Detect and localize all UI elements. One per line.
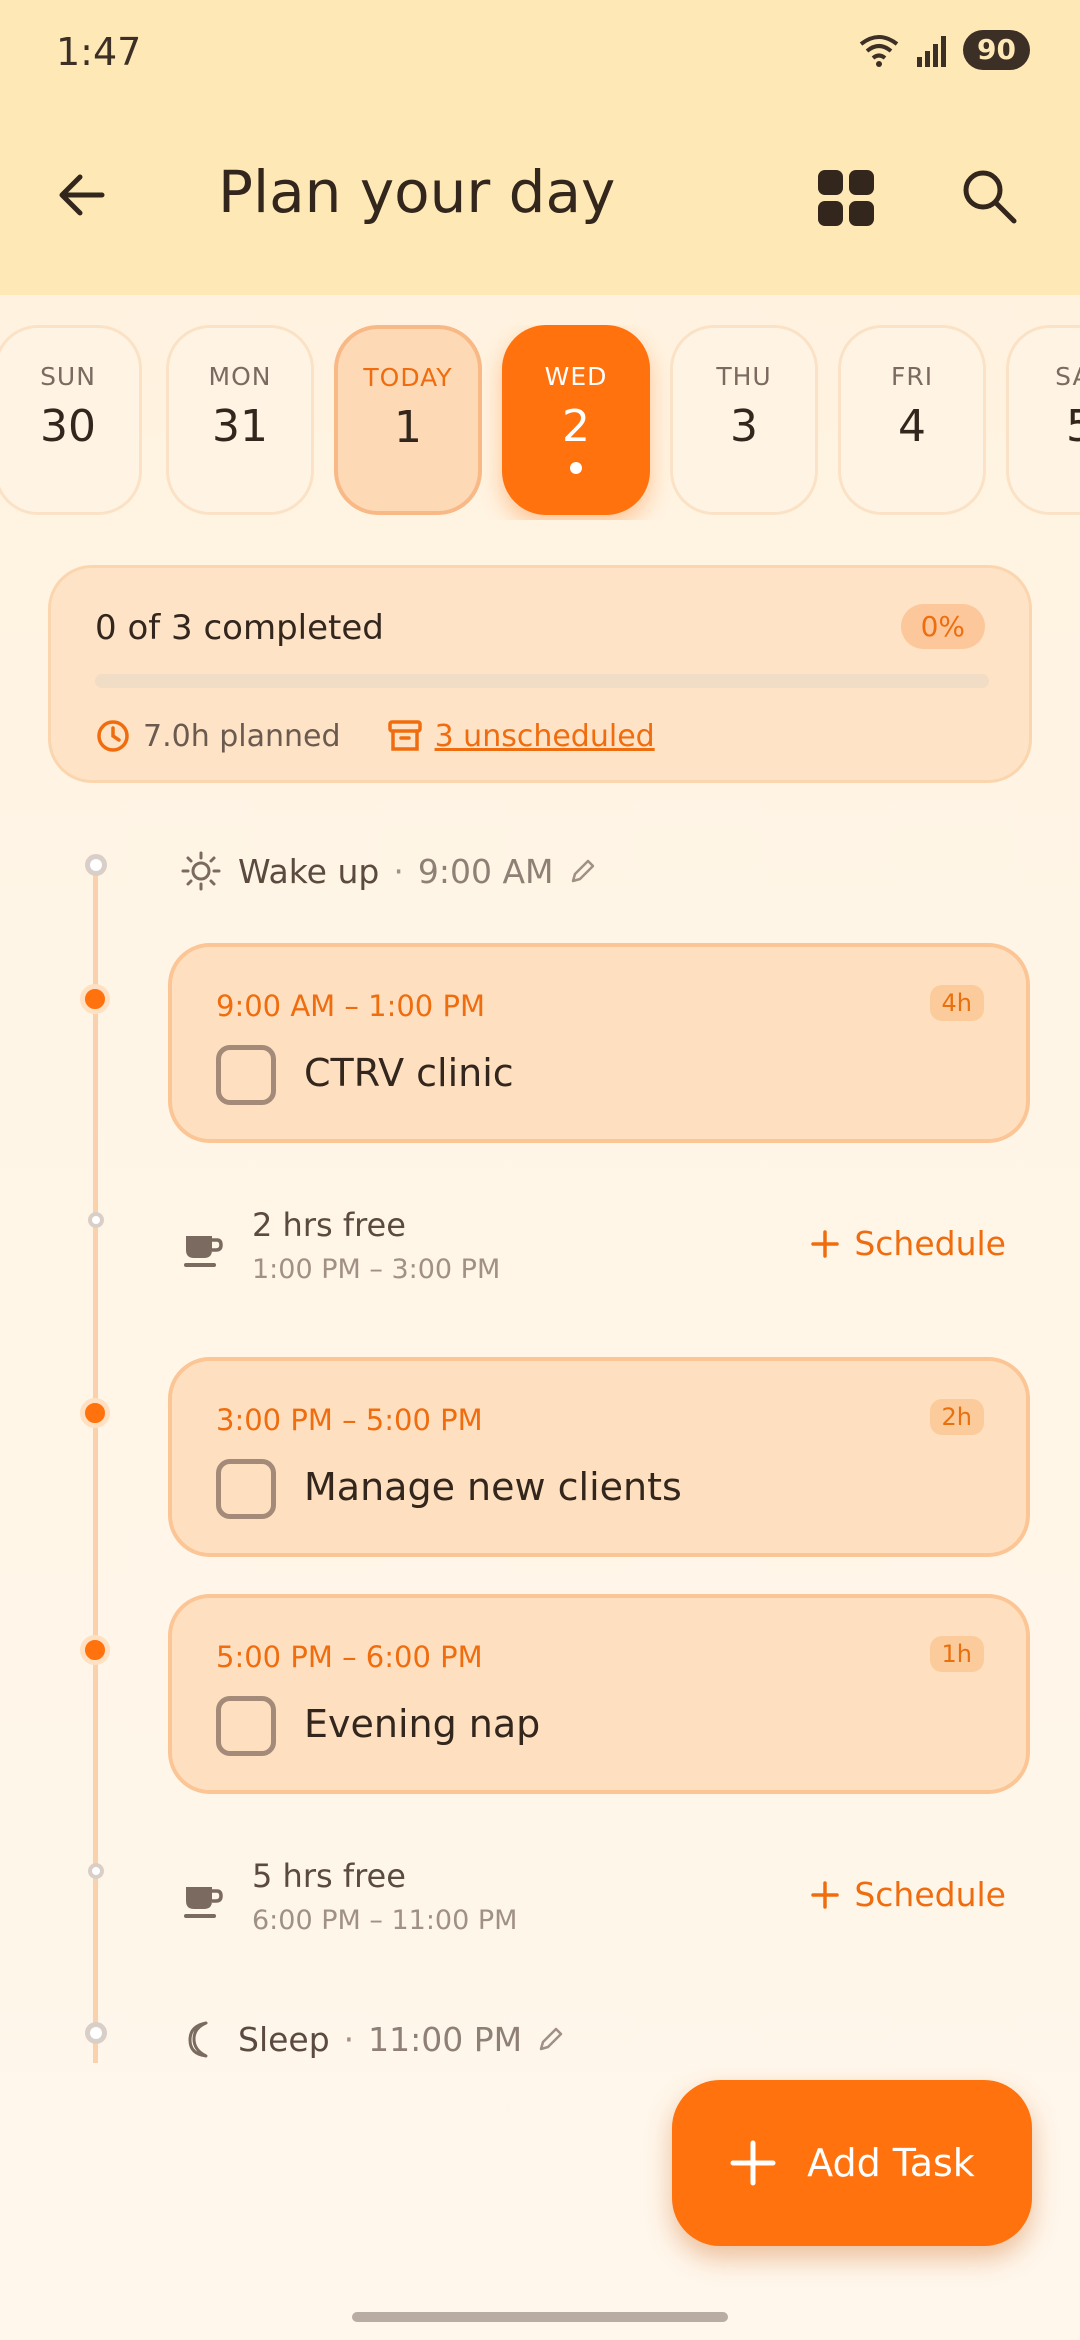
day-name: MON — [208, 362, 272, 391]
home-indicator[interactable] — [352, 2312, 728, 2322]
task-duration-badge: 4h — [929, 985, 984, 1021]
day-name: SAT — [1055, 362, 1080, 391]
battery-indicator: 90 — [963, 30, 1030, 70]
wifi-icon — [859, 35, 899, 67]
task-time-range: 5:00 PM – 6:00 PM — [216, 1640, 483, 1674]
coffee-cup-icon — [184, 1236, 223, 1267]
timeline-dot-active — [80, 1635, 110, 1665]
plus-icon — [811, 1229, 840, 1258]
moon-icon — [188, 2021, 208, 2058]
day-number: 31 — [212, 401, 268, 452]
schedule-button[interactable]: Schedule — [810, 1224, 1006, 1263]
day-sun[interactable]: SUN 30 — [0, 325, 142, 515]
timeline-dot — [88, 1212, 104, 1228]
clock-icon — [97, 720, 129, 752]
task-checkbox[interactable] — [216, 1045, 276, 1105]
day-number: 2 — [562, 401, 590, 452]
status-icons: 90 — [857, 30, 1030, 70]
sleep-marker: Sleep · 11:00 PM — [180, 2018, 582, 2060]
day-name: TODAY — [363, 363, 453, 392]
timeline-dot — [88, 1863, 104, 1879]
separator-dot: · — [393, 851, 404, 891]
timeline-dot — [85, 854, 107, 876]
add-task-label: Add Task — [807, 2141, 975, 2185]
sleep-time[interactable]: 11:00 PM — [368, 2020, 522, 2059]
page-title: Plan your day — [218, 158, 616, 226]
free-slot: 2 hrs free 1:00 PM – 3:00 PM Schedule — [180, 1206, 1030, 1296]
free-title: 5 hrs free — [252, 1857, 406, 1895]
day-name: THU — [716, 362, 772, 391]
day-number: 5 — [1066, 401, 1080, 452]
wake-up-label: Wake up — [238, 851, 380, 891]
app-header: 1:47 90 Plan your day — [0, 0, 1080, 295]
task-card[interactable]: 3:00 PM – 5:00 PM 2h Manage new clients — [168, 1357, 1030, 1557]
schedule-label: Schedule — [854, 1875, 1006, 1914]
separator-dot: · — [343, 2019, 355, 2059]
task-duration-badge: 2h — [929, 1399, 984, 1435]
sleep-label: Sleep — [238, 2019, 330, 2059]
status-time: 1:47 — [56, 30, 142, 74]
day-number: 4 — [898, 401, 926, 452]
task-card[interactable]: 9:00 AM – 1:00 PM 4h CTRV clinic — [168, 943, 1030, 1143]
progress-summary-card: 0 of 3 completed 0% 7.0h planned 3 unsch… — [48, 565, 1032, 783]
task-time-range: 3:00 PM – 5:00 PM — [216, 1403, 483, 1437]
day-today[interactable]: TODAY 1 — [334, 325, 482, 515]
task-time-range: 9:00 AM – 1:00 PM — [216, 989, 485, 1023]
task-duration-badge: 1h — [929, 1636, 984, 1672]
schedule-button[interactable]: Schedule — [810, 1875, 1006, 1914]
selected-dot — [570, 462, 582, 474]
cellular-signal-icon — [917, 36, 947, 67]
free-time-range: 1:00 PM – 3:00 PM — [252, 1254, 501, 1285]
day-number: 1 — [394, 402, 422, 453]
summary-meta: 7.0h planned 3 unscheduled — [95, 718, 655, 754]
free-title: 2 hrs free — [252, 1206, 406, 1244]
task-name: CTRV clinic — [304, 1051, 514, 1095]
completed-count: 0 of 3 completed — [95, 608, 384, 648]
day-wed-selected[interactable]: WED 2 — [502, 325, 650, 515]
plus-icon — [811, 1880, 840, 1909]
task-card[interactable]: 5:00 PM – 6:00 PM 1h Evening nap — [168, 1594, 1030, 1794]
timeline-dot — [85, 2022, 107, 2044]
planned-hours: 7.0h planned — [143, 718, 341, 754]
task-checkbox[interactable] — [216, 1459, 276, 1519]
grid-view-icon[interactable] — [816, 168, 876, 228]
task-checkbox[interactable] — [216, 1696, 276, 1756]
timeline-dot-active — [80, 984, 110, 1014]
day-fri[interactable]: FRI 4 — [838, 325, 986, 515]
day-name: FRI — [890, 362, 934, 391]
archive-box-icon — [387, 720, 422, 751]
task-name: Evening nap — [304, 1702, 541, 1746]
date-strip: SUN 30 MON 31 TODAY 1 WED 2 THU 3 FRI 4 … — [0, 325, 1080, 520]
pencil-icon[interactable] — [536, 2024, 566, 2054]
wake-up-marker: Wake up · 9:00 AM — [180, 850, 614, 892]
day-name: WED — [544, 362, 608, 391]
timeline-dot-active — [80, 1398, 110, 1428]
day-number: 30 — [40, 401, 96, 452]
back-arrow-icon[interactable] — [52, 165, 112, 225]
day-name: SUN — [40, 362, 96, 391]
day-mon[interactable]: MON 31 — [166, 325, 314, 515]
unscheduled-link[interactable]: 3 unscheduled — [435, 719, 655, 754]
day-number: 3 — [730, 401, 758, 452]
plus-icon — [730, 2140, 776, 2186]
progress-bar — [95, 674, 989, 688]
day-sat[interactable]: SAT 5 — [1006, 325, 1080, 515]
sun-icon — [181, 851, 221, 891]
free-time-range: 6:00 PM – 11:00 PM — [252, 1905, 518, 1936]
coffee-cup-icon — [184, 1887, 223, 1918]
add-task-button[interactable]: Add Task — [672, 2080, 1032, 2246]
timeline-line — [93, 868, 98, 2063]
schedule-label: Schedule — [854, 1224, 1006, 1263]
search-icon[interactable] — [958, 165, 1020, 227]
free-slot: 5 hrs free 6:00 PM – 11:00 PM Schedule — [180, 1857, 1030, 1947]
pencil-icon[interactable] — [568, 856, 598, 886]
day-thu[interactable]: THU 3 — [670, 325, 818, 515]
wake-up-time[interactable]: 9:00 AM — [418, 852, 554, 891]
percent-badge: 0% — [900, 604, 985, 649]
task-name: Manage new clients — [304, 1465, 682, 1509]
